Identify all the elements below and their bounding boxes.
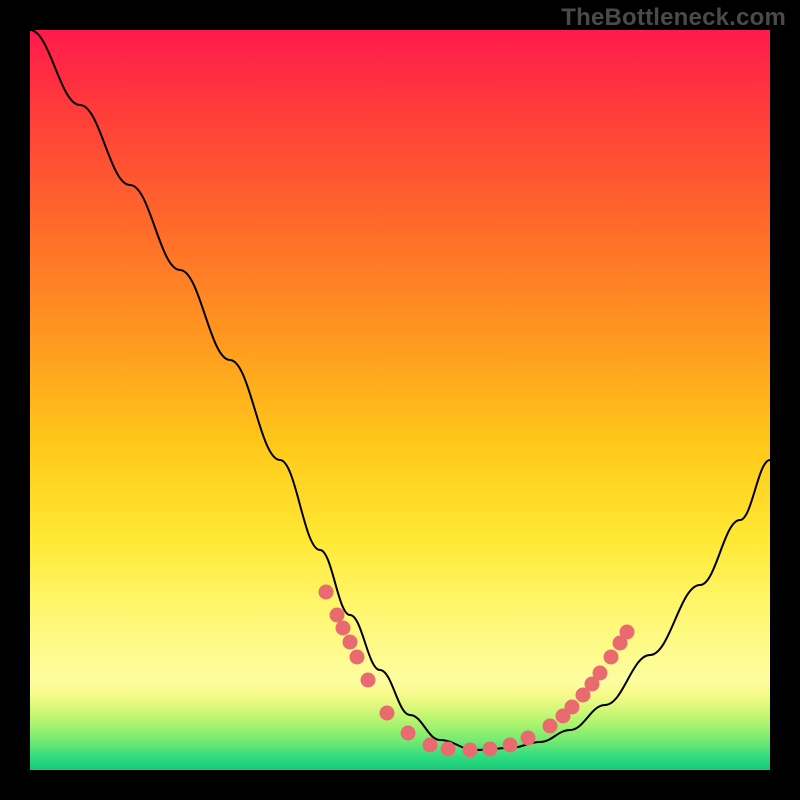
curve-marker [401,726,416,741]
curve-marker [483,742,498,757]
curve-marker [463,743,478,758]
curve-marker [380,706,395,721]
curve-marker [620,625,635,640]
watermark-text: TheBottleneck.com [561,4,786,32]
curve-marker [343,635,358,650]
curve-marker [336,621,351,636]
curve-markers [319,585,635,758]
curve-marker [423,738,438,753]
curve-marker [361,673,376,688]
curve-marker [319,585,334,600]
curve-marker [330,608,345,623]
curve-marker [604,650,619,665]
curve-marker [441,742,456,757]
curve-marker [503,738,518,753]
curve-marker [521,731,536,746]
bottleneck-curve [30,30,770,750]
curve-marker [593,666,608,681]
curve-layer [30,30,770,770]
chart-frame: TheBottleneck.com [0,0,800,800]
curve-marker [543,719,558,734]
curve-marker [565,700,580,715]
chart-plot-area [30,30,770,770]
curve-marker [350,650,365,665]
